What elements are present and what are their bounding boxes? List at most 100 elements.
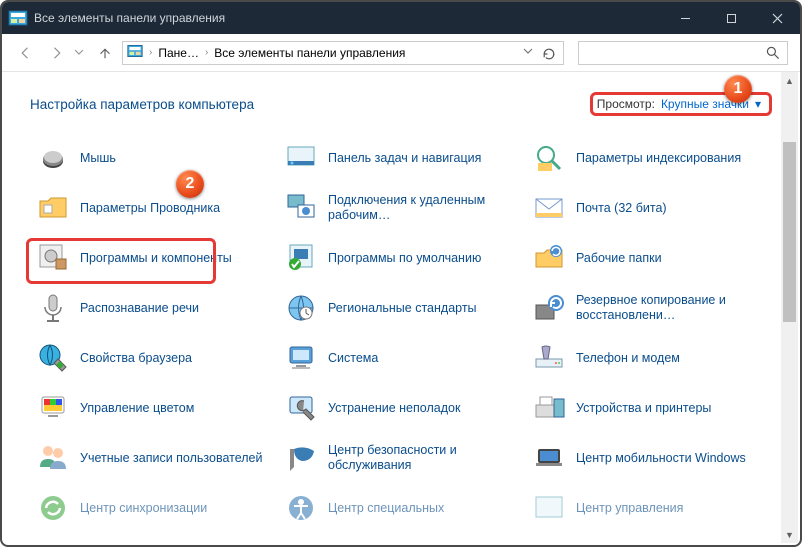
- item-troubleshooting[interactable]: Устранение неполадок: [278, 386, 518, 430]
- control-center-icon: [532, 491, 566, 525]
- color-icon: [36, 391, 70, 425]
- back-button[interactable]: [14, 41, 38, 65]
- item-indexing[interactable]: Параметры индексирования: [526, 136, 766, 180]
- up-button[interactable]: [94, 41, 116, 65]
- window: Все элементы панели управления: [0, 0, 802, 547]
- item-label: Центр управления: [576, 501, 683, 516]
- annotation-2: 2: [176, 170, 204, 198]
- item-label: Панель задач и навигация: [328, 151, 481, 166]
- item-mouse[interactable]: Мышь: [30, 136, 270, 180]
- item-taskbar[interactable]: Панель задач и навигация: [278, 136, 518, 180]
- item-label: Управление цветом: [80, 401, 194, 416]
- item-label: Мышь: [80, 151, 116, 166]
- crumb-sep-icon: ›: [147, 47, 154, 58]
- item-control-center[interactable]: Центр управления: [526, 486, 766, 530]
- system-icon: [284, 341, 318, 375]
- item-label: Система: [328, 351, 378, 366]
- devices-printers-icon: [532, 391, 566, 425]
- recent-locations-button[interactable]: [74, 46, 88, 60]
- phone-modem-icon: [532, 341, 566, 375]
- item-devices-printers[interactable]: Устройства и принтеры: [526, 386, 766, 430]
- sync-icon: [36, 491, 70, 525]
- breadcrumb-item[interactable]: Пане…: [158, 46, 199, 60]
- ease-of-access-icon: [284, 491, 318, 525]
- mail-icon: [532, 191, 566, 225]
- region-icon: [284, 291, 318, 325]
- indexing-icon: [532, 141, 566, 175]
- forward-button[interactable]: [44, 41, 68, 65]
- backup-icon: [532, 291, 566, 325]
- item-user-accounts[interactable]: Учетные записи пользователей: [30, 436, 270, 480]
- item-label: Устранение неполадок: [328, 401, 460, 416]
- item-label: Резервное копирование и восстановлени…: [576, 293, 760, 323]
- address-dropdown-button[interactable]: [523, 46, 533, 59]
- item-mail[interactable]: Почта (32 бита): [526, 186, 766, 230]
- item-label: Центр специальных: [328, 501, 444, 516]
- navbar: › Пане… › Все элементы панели управления: [2, 34, 800, 72]
- view-by-label: Просмотр:: [597, 97, 655, 111]
- item-sync-center[interactable]: Центр синхронизации: [30, 486, 270, 530]
- minimize-button[interactable]: [662, 2, 708, 34]
- internet-options-icon: [36, 341, 70, 375]
- window-title: Все элементы панели управления: [34, 11, 225, 25]
- item-label: Устройства и принтеры: [576, 401, 711, 416]
- breadcrumb-item[interactable]: Все элементы панели управления: [214, 46, 405, 60]
- item-label: Рабочие папки: [576, 251, 662, 266]
- item-label: Телефон и модем: [576, 351, 680, 366]
- default-programs-icon: [284, 241, 318, 275]
- item-color-management[interactable]: Управление цветом: [30, 386, 270, 430]
- control-panel-icon: [8, 10, 28, 26]
- chevron-down-icon: ▾: [755, 97, 761, 111]
- item-default-programs[interactable]: Программы по умолчанию: [278, 236, 518, 280]
- item-label: Центр синхронизации: [80, 501, 207, 516]
- page-heading: Настройка параметров компьютера: [30, 97, 590, 112]
- work-folders-icon: [532, 241, 566, 275]
- item-label: Центр безопасности и обслуживания: [328, 443, 512, 473]
- item-remote-connections[interactable]: Подключения к удаленным рабочим…: [278, 186, 518, 230]
- item-ease-of-access[interactable]: Центр специальных: [278, 486, 518, 530]
- taskbar-icon: [284, 141, 318, 175]
- item-regional-settings[interactable]: Региональные стандарты: [278, 286, 518, 330]
- address-bar[interactable]: › Пане… › Все элементы панели управления: [122, 41, 564, 65]
- remote-icon: [284, 191, 318, 225]
- item-label: Параметры Проводника: [80, 201, 220, 216]
- search-input[interactable]: [578, 41, 788, 65]
- maximize-button[interactable]: [708, 2, 754, 34]
- item-label: Программы и компоненты: [80, 251, 232, 266]
- search-icon: [765, 45, 781, 64]
- security-center-icon: [284, 441, 318, 475]
- annotation-1: 1: [724, 75, 752, 103]
- item-label: Программы по умолчанию: [328, 251, 481, 266]
- item-label: Параметры индексирования: [576, 151, 741, 166]
- programs-icon: [36, 241, 70, 275]
- item-work-folders[interactable]: Рабочие папки: [526, 236, 766, 280]
- item-label: Подключения к удаленным рабочим…: [328, 193, 512, 223]
- close-button[interactable]: [754, 2, 800, 34]
- troubleshoot-icon: [284, 391, 318, 425]
- mouse-icon: [36, 141, 70, 175]
- crumb-sep-icon: ›: [203, 47, 210, 58]
- refresh-button[interactable]: [539, 44, 559, 64]
- titlebar: Все элементы панели управления: [2, 2, 800, 34]
- item-programs-and-features[interactable]: Программы и компоненты: [30, 236, 270, 280]
- item-label: Почта (32 бита): [576, 201, 667, 216]
- item-label: Свойства браузера: [80, 351, 192, 366]
- item-mobility-center[interactable]: Центр мобильности Windows: [526, 436, 766, 480]
- user-accounts-icon: [36, 441, 70, 475]
- items-grid: Мышь Панель задач и навигация Параметры …: [30, 136, 772, 530]
- item-explorer-options[interactable]: Параметры Проводника: [30, 186, 270, 230]
- folder-options-icon: [36, 191, 70, 225]
- title-controls: [662, 2, 800, 34]
- microphone-icon: [36, 291, 70, 325]
- item-speech-recognition[interactable]: Распознавание речи: [30, 286, 270, 330]
- item-phone-modem[interactable]: Телефон и модем: [526, 336, 766, 380]
- item-backup-restore[interactable]: Резервное копирование и восстановлени…: [526, 286, 766, 330]
- item-internet-options[interactable]: Свойства браузера: [30, 336, 270, 380]
- item-system[interactable]: Система: [278, 336, 518, 380]
- mobility-center-icon: [532, 441, 566, 475]
- content-area: Настройка параметров компьютера Просмотр…: [2, 72, 800, 545]
- item-label: Центр мобильности Windows: [576, 451, 746, 466]
- item-label: Учетные записи пользователей: [80, 451, 263, 466]
- item-label: Распознавание речи: [80, 301, 199, 316]
- item-security-maintenance[interactable]: Центр безопасности и обслуживания: [278, 436, 518, 480]
